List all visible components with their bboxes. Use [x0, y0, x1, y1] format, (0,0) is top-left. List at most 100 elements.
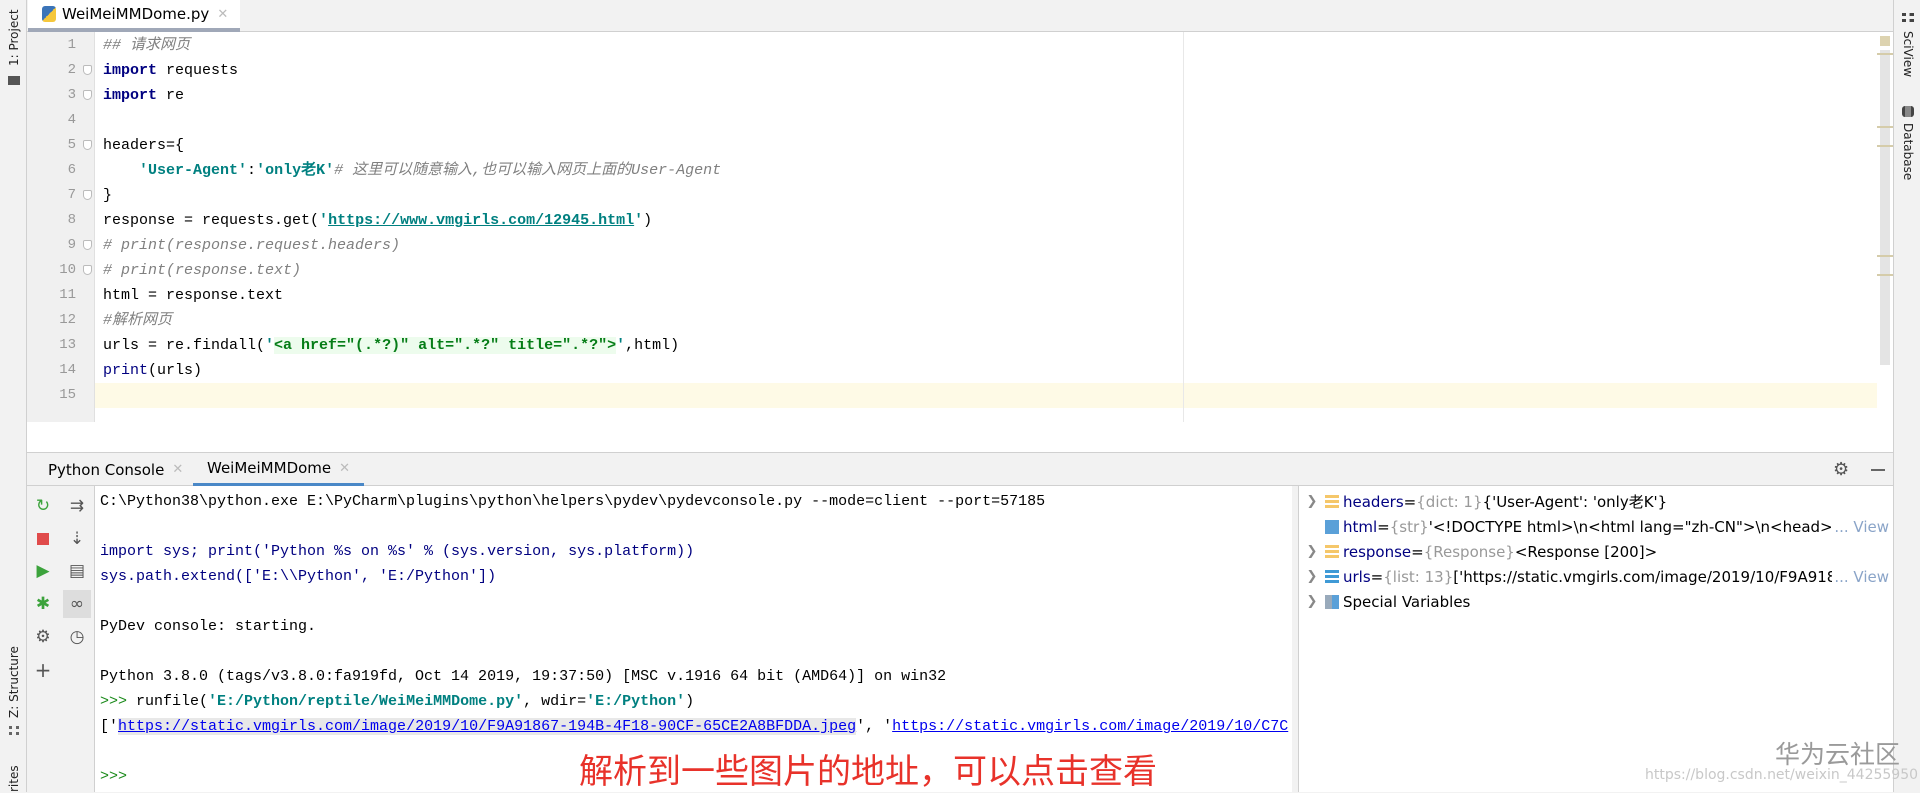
code-token: '	[319, 212, 329, 229]
console-text: 'E:/Python'	[586, 693, 686, 710]
console-line: sys.path.extend(['E:\\Python', 'E:/Pytho…	[100, 564, 496, 589]
code-line: headers={	[83, 133, 184, 158]
gear-icon[interactable]: ⚙	[1833, 459, 1849, 480]
scrollbar-track[interactable]	[1880, 50, 1890, 365]
code-token: }	[103, 187, 113, 204]
fold-marker-icon[interactable]	[83, 190, 92, 200]
variable-row[interactable]: ❯ headers = {dict: 1} {'User-Agent': 'onl…	[1299, 489, 1889, 514]
code-token: '	[616, 337, 626, 354]
view-link[interactable]: ... View	[1832, 517, 1889, 536]
object-icon	[1325, 544, 1339, 559]
line-number: 15	[59, 387, 76, 403]
structure-tool-button[interactable]: Z: Structure	[7, 646, 21, 718]
console-text: sys.path.extend(['E:\\Python', 'E:/Pytho…	[100, 568, 497, 585]
variable-row[interactable]: ❯ response = {Response} <Response [200]>	[1299, 539, 1889, 564]
code-token: response = requests.get(	[103, 212, 320, 229]
console-line: PyDev console: starting.	[100, 614, 316, 639]
code-line: }	[83, 183, 113, 208]
editor-scrollbar[interactable]	[1877, 32, 1893, 422]
tab-weimeimmdome[interactable]: WeiMeiMMDome ✕	[193, 453, 365, 486]
variable-row[interactable]: ❯ Special Variables	[1299, 589, 1889, 614]
chevron-right-icon[interactable]: ❯	[1299, 544, 1325, 559]
line-number: 4	[67, 112, 76, 128]
code-line: import requests	[83, 58, 239, 83]
database-icon	[1902, 106, 1914, 117]
code-token: 'only老K'	[256, 162, 335, 179]
code-token: ## 请求网页	[103, 37, 191, 54]
variable-name: Special Variables	[1343, 592, 1471, 611]
minimize-icon[interactable]	[1871, 469, 1885, 471]
line-number: 5	[67, 137, 76, 153]
console-link[interactable]: https://static.vmgirls.com/image/2019/10…	[118, 718, 857, 735]
chevron-right-icon[interactable]: ❯	[1299, 569, 1325, 584]
line-number: 9	[67, 237, 76, 253]
print-icon[interactable]: ▤	[65, 559, 89, 583]
code-token: requests	[157, 62, 239, 79]
sciview-tool-button[interactable]: SciView	[1901, 31, 1915, 77]
code-token: <a href="(.*?)" alt=".*?" title=".*?">	[274, 337, 617, 354]
equals-sign: =	[1370, 567, 1384, 586]
show-variables-icon[interactable]: ∞	[63, 590, 91, 618]
line-number: 10	[59, 262, 76, 278]
settings-icon[interactable]: ⚙	[31, 625, 55, 649]
console-text: runfile(	[136, 693, 209, 710]
console-line: >>>	[100, 764, 127, 789]
console-text: C:\Python38\python.exe E:\PyCharm\plugin…	[100, 493, 1046, 510]
tab-python-console[interactable]: Python Console ✕	[34, 453, 197, 486]
dict-icon	[1325, 494, 1339, 509]
editor-tab[interactable]: WeiMeiMMDome.py ✕	[28, 0, 240, 32]
code-line: #解析网页	[103, 308, 172, 333]
console-link[interactable]: https://static.vmgirls.com/image/2019/10…	[892, 718, 1288, 735]
editor-tab-label: WeiMeiMMDome.py	[62, 5, 210, 23]
warning-mark	[1877, 255, 1893, 257]
fold-marker-icon[interactable]	[83, 265, 92, 275]
warning-mark	[1877, 126, 1893, 128]
code-token: :	[247, 162, 257, 179]
console-line: Python 3.8.0 (tags/v3.8.0:fa919fd, Oct 1…	[100, 664, 946, 689]
right-tool-strip: SciView Database	[1893, 0, 1920, 792]
close-tab-icon[interactable]: ✕	[339, 461, 350, 476]
close-tab-icon[interactable]: ✕	[217, 7, 228, 22]
variable-row[interactable]: ❯ urls = {list: 13} ['https://static.vmgi…	[1299, 564, 1889, 589]
code-token: import	[103, 62, 158, 79]
chevron-right-icon[interactable]: ❯	[1299, 594, 1325, 609]
fold-marker-icon[interactable]	[83, 240, 92, 250]
fold-marker-icon[interactable]	[83, 140, 92, 150]
variable-value: ['https://static.vmgirls.com/image/2019/…	[1453, 567, 1846, 586]
database-tool-button[interactable]: Database	[1901, 123, 1915, 180]
equals-sign: =	[1403, 492, 1417, 511]
line-number: 2	[67, 62, 76, 78]
variable-row[interactable]: html = {str} '<!DOCTYPE html>\n<html lan…	[1299, 514, 1889, 539]
console-text: , wdir=	[523, 693, 587, 710]
favorites-tool-button[interactable]: rites	[7, 765, 21, 792]
line-number: 11	[59, 287, 76, 303]
fold-marker-icon[interactable]	[83, 65, 92, 75]
scroll-to-end-icon[interactable]: ⇣	[65, 527, 89, 551]
run-icon[interactable]: ▶	[31, 559, 55, 583]
stop-icon[interactable]	[31, 527, 55, 551]
code-token: 'User-Agent'	[139, 162, 248, 179]
line-number: 7	[67, 187, 76, 203]
chevron-right-icon[interactable]: ❯	[1299, 494, 1325, 509]
str-icon	[1325, 519, 1339, 534]
console-text: >>>	[100, 768, 128, 785]
code-token: # 这里可以随意输入,也可以输入网页上面的User-Agent	[334, 162, 722, 179]
code-token: ,html)	[625, 337, 680, 354]
history-icon[interactable]: ◷	[65, 625, 89, 649]
view-link[interactable]: ... View	[1832, 567, 1889, 586]
soft-wrap-icon[interactable]: ⇉	[65, 494, 89, 518]
annotation-text: 解析到一些图片的地址，可以点击查看	[579, 752, 1157, 792]
equals-sign: =	[1377, 517, 1390, 536]
add-icon[interactable]: +	[31, 658, 55, 682]
warning-mark	[1877, 53, 1893, 55]
code-line: import re	[83, 83, 184, 108]
rerun-icon[interactable]: ↻	[31, 494, 55, 518]
project-tool-button[interactable]: 1: Project	[7, 9, 21, 66]
code-editor[interactable]: ## 请求网页 import requests import re headers={…	[83, 32, 1877, 422]
code-line: urls = re.findall('<a href="(.*?)" alt="…	[103, 333, 679, 358]
code-token: import	[103, 87, 158, 104]
fold-marker-icon[interactable]	[83, 90, 92, 100]
debug-icon[interactable]: ✱	[31, 592, 55, 616]
close-tab-icon[interactable]: ✕	[172, 462, 183, 477]
console-line: ['https://static.vmgirls.com/image/2019/…	[100, 714, 1288, 739]
